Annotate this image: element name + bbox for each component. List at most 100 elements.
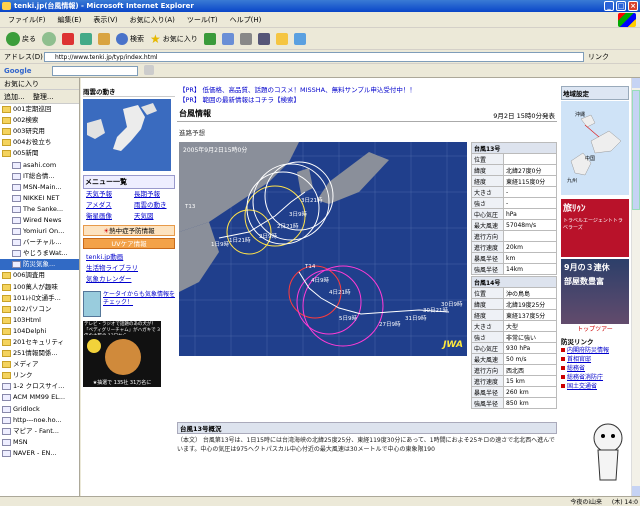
search-button[interactable]: 検索	[116, 32, 144, 45]
region-map[interactable]: 沖縄 九州 中国	[561, 101, 629, 195]
extra-link[interactable]: 気象カレンダー	[86, 274, 175, 285]
favorite-item[interactable]: 1-2 クロスサイ...	[0, 381, 79, 392]
favorite-item[interactable]: Wired News	[0, 215, 79, 226]
favorite-item[interactable]: 103Html	[0, 315, 79, 326]
folder-icon	[2, 361, 11, 369]
rain-radar-map[interactable]	[83, 99, 171, 171]
travel-ad-1[interactable]: 旅ﾘｩﾝ トラベルエージェントトラベラーズ	[561, 199, 629, 257]
extra-link[interactable]: 生活物ライブラリ	[86, 263, 175, 274]
print-button[interactable]	[239, 32, 252, 45]
favorite-item[interactable]: MSN	[0, 437, 79, 448]
mobile-promo[interactable]: ケータイからも気象情報をチェック！	[83, 291, 175, 317]
menu-item-3[interactable]: お気に入り(A)	[130, 12, 175, 27]
organize-favorites-button[interactable]: 整理...	[33, 93, 54, 101]
weather-menu-link[interactable]: 長期予報	[134, 189, 174, 200]
maximize-button[interactable]: □	[616, 1, 626, 11]
row-label: 強さ	[471, 331, 504, 343]
messenger-button[interactable]	[293, 32, 306, 45]
tab-track-forecast[interactable]: 進路予想	[179, 127, 205, 137]
page-scrollbar[interactable]	[631, 78, 640, 496]
weather-menu-link[interactable]: 天気予報	[86, 189, 126, 200]
edit-button[interactable]	[257, 32, 270, 45]
favorite-item[interactable]: asahi.com	[0, 159, 79, 170]
favorite-item[interactable]: 004お役立ち	[0, 137, 79, 148]
toolbar: 戻る 検索 ★ お気に入り	[0, 28, 640, 50]
close-button[interactable]: ×	[628, 1, 638, 11]
menu-item-5[interactable]: ヘルプ(H)	[230, 12, 262, 27]
row-value	[503, 230, 557, 242]
favorite-item[interactable]: Yomiuri On...	[0, 226, 79, 237]
folder-button[interactable]	[275, 32, 288, 45]
scroll-thumb[interactable]	[632, 90, 640, 210]
favorite-item[interactable]: Gridlock	[0, 404, 79, 415]
home-button[interactable]	[98, 32, 110, 45]
disaster-link[interactable]: 内閣府防災情報	[561, 346, 629, 355]
links-label[interactable]: リンク	[588, 50, 609, 64]
disaster-link[interactable]: 国土交通省	[561, 382, 629, 391]
favorite-item[interactable]: 102パソコン	[0, 304, 79, 315]
menu-item-0[interactable]: ファイル(F)	[8, 12, 46, 27]
google-search-input[interactable]	[52, 66, 138, 76]
stop-button[interactable]	[62, 32, 74, 45]
map-label: 4日21時	[329, 288, 351, 296]
favorite-item[interactable]: 003研究用	[0, 126, 79, 137]
folder-icon	[2, 350, 11, 358]
dog-ad-banner[interactable]: テレビ・ラジオで話題のあの犬が！「ペディグリーチャム」がハガキで 3倍の主張の …	[83, 321, 161, 387]
typhoon-header: 台風情報 9月2日 15時0分発表	[177, 108, 557, 122]
favorite-item[interactable]: 005新聞	[0, 148, 79, 159]
favorite-item[interactable]: 防災気象...	[0, 259, 79, 271]
menu-item-1[interactable]: 編集(E)	[58, 12, 82, 27]
back-button[interactable]: 戻る	[6, 31, 36, 46]
scroll-down-arrow[interactable]	[632, 486, 640, 496]
favorite-item[interactable]: NAVER - EN...	[0, 448, 79, 459]
favorite-item[interactable]: MSN-Main...	[0, 182, 79, 193]
disaster-link[interactable]: 総務省	[561, 364, 629, 373]
favorite-item[interactable]: 006調査用	[0, 270, 79, 281]
favorite-item[interactable]: バーチャル...	[0, 237, 79, 248]
history-button[interactable]	[203, 32, 216, 45]
pr-ad-2[interactable]: 【PR】 範囲の最新情報はコチラ【検索】	[179, 95, 549, 105]
favorite-item[interactable]: The Sanke...	[0, 204, 79, 215]
menu-item-4[interactable]: ツール(T)	[187, 12, 218, 27]
weather-menu-link[interactable]: アメダス	[86, 200, 126, 211]
travel-ad-2[interactable]: 9月の３連休 部屋数豊富 トップツアー	[561, 259, 629, 333]
favorite-item[interactable]: 002検索	[0, 115, 79, 126]
favorite-item[interactable]: 100萬人が趣味	[0, 282, 79, 293]
favorite-item[interactable]: マピア - Fant...	[0, 426, 79, 437]
menu-item-2[interactable]: 表示(V)	[93, 12, 117, 27]
weather-menu-link[interactable]: 天気図	[134, 211, 174, 222]
uv-care-link[interactable]: UVケア情報	[83, 238, 175, 249]
scroll-up-arrow[interactable]	[632, 78, 640, 88]
favorite-item[interactable]: http---noe.ho...	[0, 415, 79, 426]
google-search-button[interactable]	[144, 65, 154, 75]
weather-menu-link[interactable]: 衛星画像	[86, 211, 126, 222]
favorite-item[interactable]: 101ﾚﾄﾛ文通手...	[0, 293, 79, 304]
weather-menu-link[interactable]: 雨雲の動き	[134, 200, 174, 211]
favorite-item[interactable]: 251情報関係...	[0, 348, 79, 359]
add-favorite-button[interactable]: 追加...	[4, 93, 25, 101]
favorite-item[interactable]: やじうまWat...	[0, 248, 79, 259]
favorite-item[interactable]: リンク	[0, 370, 79, 381]
ie-icon	[2, 2, 11, 10]
favorite-item[interactable]: NIKKEI NET	[0, 193, 79, 204]
disaster-link[interactable]: 総務省消防庁	[561, 373, 629, 382]
forward-button[interactable]	[42, 31, 56, 46]
refresh-button[interactable]	[80, 32, 92, 45]
favorite-item[interactable]: 001定期巡回	[0, 104, 79, 115]
favorite-item[interactable]: 104Delphi	[0, 326, 79, 337]
typhoon-track-map[interactable]: 1日9時 1日21時 2日9時 2日21時 3日9時 3日21時 4日9時 4日21時 5日9時…	[179, 142, 467, 356]
mail-button[interactable]	[221, 32, 234, 45]
address-input[interactable]: http://www.tenki.jp/typ/index.html	[44, 52, 584, 62]
heatstroke-link[interactable]: ☀熱中症予防情報	[83, 225, 175, 236]
favorites-button[interactable]: ★ お気に入り	[150, 32, 198, 46]
disaster-link[interactable]: 首相官邸	[561, 355, 629, 364]
table-row: 強風半径 14km	[471, 263, 557, 275]
minimize-button[interactable]: _	[604, 1, 614, 11]
favorite-item[interactable]: メディア	[0, 359, 79, 370]
page-icon	[12, 172, 21, 180]
favorite-item[interactable]: IT総合情...	[0, 171, 79, 182]
extra-link[interactable]: tenki.jp動画	[86, 252, 175, 263]
pr-ad-1[interactable]: 【PR】 低価格、高品質、話題のコスメ！MISSHA、無料サンプル申込受付中！！	[179, 85, 549, 95]
favorite-item[interactable]: ACM MM99 EL...	[0, 392, 79, 403]
favorite-item[interactable]: 201セキュリティ	[0, 337, 79, 348]
